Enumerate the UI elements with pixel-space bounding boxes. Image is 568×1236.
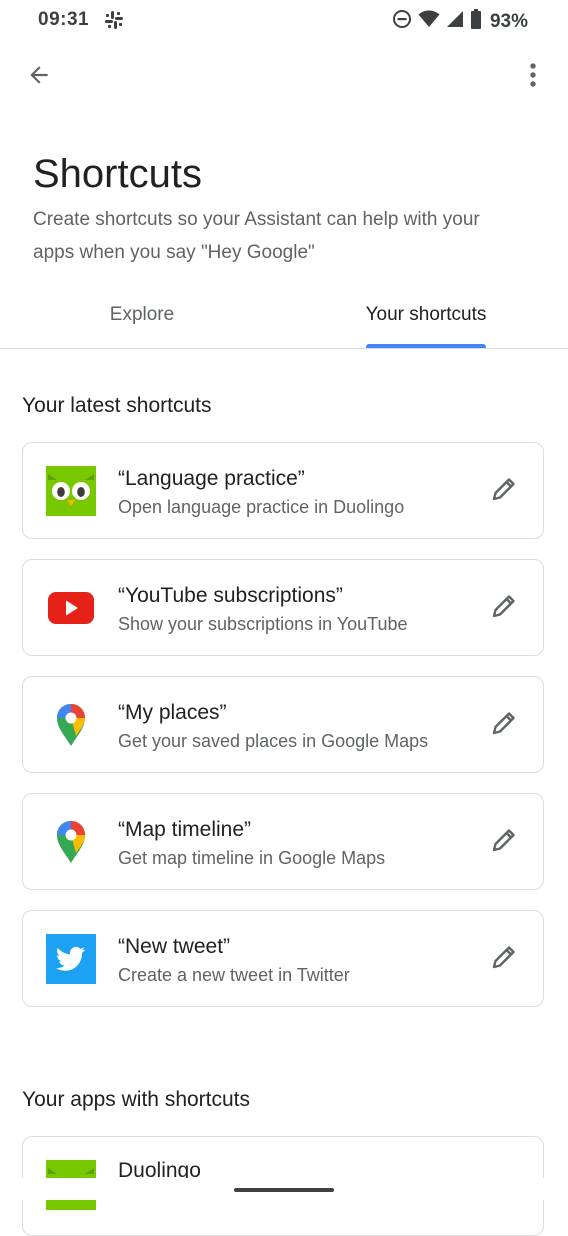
shortcut-card[interactable]: “New tweet” Create a new tweet in Twitte… [22,910,544,1007]
back-button[interactable] [20,58,58,96]
tab-your-shortcuts[interactable]: Your shortcuts [284,290,568,348]
edit-shortcut-button[interactable] [487,474,521,508]
twitter-icon [45,933,97,985]
edit-shortcut-button[interactable] [487,591,521,625]
shortcut-subtitle: Show your subscriptions in YouTube [118,614,408,634]
page-title: Shortcuts [33,152,202,196]
section-title-apps-with-shortcuts: Your apps with shortcuts [22,1088,251,1111]
status-bar: 09:31 93% [0,0,568,40]
shortcut-subtitle: Get your saved places in Google Maps [118,731,429,751]
tab-bar: Explore Your shortcuts [0,290,568,349]
shortcut-card[interactable]: “YouTube subscriptions” Show your subscr… [22,559,544,656]
tab-selected-indicator [366,344,486,348]
shortcut-card[interactable]: “Map timeline” Get map timeline in Googl… [22,793,544,890]
pencil-icon [490,826,518,859]
tab-explore[interactable]: Explore [0,290,284,348]
shortcut-title: “Map timeline” [118,818,252,841]
edit-shortcut-button[interactable] [487,942,521,976]
arrow-back-icon [26,62,52,93]
slack-icon [104,10,124,35]
shortcut-subtitle: Create a new tweet in Twitter [118,965,350,985]
google-maps-icon [45,699,97,751]
shortcut-subtitle: Open language practice in Duolingo [118,497,405,517]
battery-percent: 93% [489,10,528,32]
do-not-disturb-icon [392,9,412,34]
status-icons: 93% [392,9,528,34]
signal-icon [446,10,464,33]
pencil-icon [490,592,518,625]
pencil-icon [490,943,518,976]
more-vert-icon [529,62,537,93]
shortcut-title: “My places” [118,701,227,724]
battery-icon [470,9,482,34]
pencil-icon [490,709,518,742]
edit-shortcut-button[interactable] [487,708,521,742]
home-indicator[interactable] [234,1188,334,1192]
shortcut-title: “YouTube subscriptions” [118,584,343,607]
shortcut-card[interactable]: “My places” Get your saved places in Goo… [22,676,544,773]
shortcut-title: “Language practice” [118,467,305,490]
wifi-icon [418,10,440,33]
shortcut-title: “New tweet” [118,935,231,958]
shortcut-card[interactable]: “Language practice” Open language practi… [22,442,544,539]
google-maps-icon [45,816,97,868]
section-title-latest-shortcuts: Your latest shortcuts [22,394,212,417]
more-options-button[interactable] [514,58,552,96]
pencil-icon [490,475,518,508]
duolingo-icon [45,465,97,517]
edit-shortcut-button[interactable] [487,825,521,859]
page-subtitle: Create shortcuts so your Assistant can h… [33,209,480,263]
status-time: 09:31 [38,9,90,30]
youtube-icon [45,582,97,634]
shortcut-subtitle: Get map timeline in Google Maps [118,848,386,868]
